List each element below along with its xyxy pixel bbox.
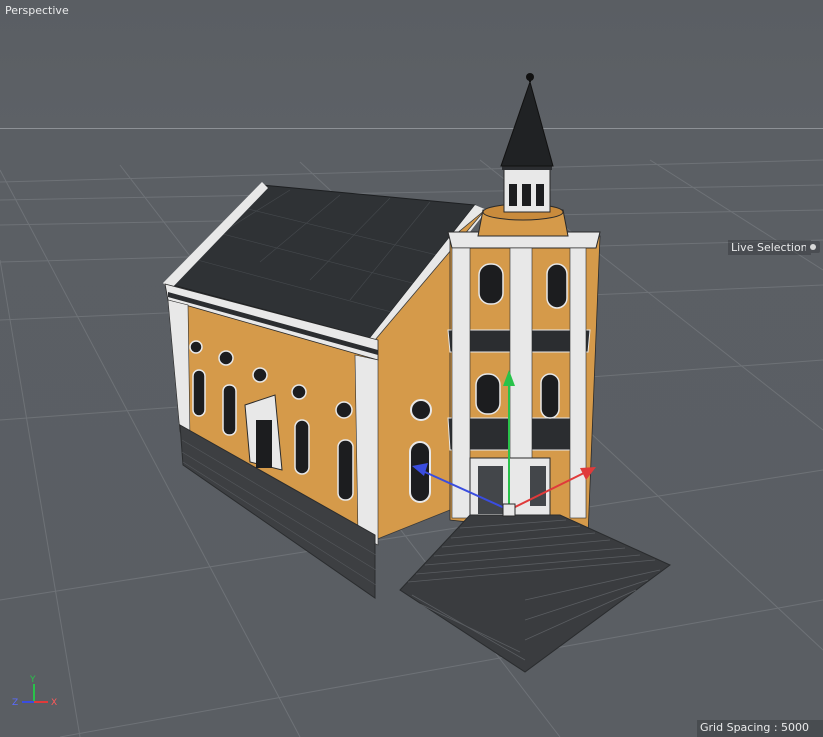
tower-pilaster-right [569, 247, 587, 519]
tower-door-right [530, 466, 546, 506]
pilaster-corner [354, 354, 379, 546]
church-model[interactable] [163, 73, 671, 673]
active-tool-label: Live Selection [728, 240, 811, 255]
axis-label-z: Z [12, 698, 18, 708]
perspective-viewport[interactable]: Y Z X Perspective Live Selection Grid Sp… [0, 0, 823, 737]
pilaster-rear [167, 299, 191, 441]
tower-pilaster-left [451, 247, 471, 519]
spire [500, 80, 554, 167]
gizmo-center[interactable] [502, 503, 516, 517]
viewport-name[interactable]: Perspective [2, 3, 72, 18]
tower-door-left [478, 466, 503, 514]
lantern-windows [509, 184, 544, 206]
spire-finial [526, 73, 534, 81]
front-round-window [410, 399, 432, 421]
live-selection-icon[interactable] [806, 241, 820, 253]
world-axis-icon: Y Z X [12, 675, 57, 708]
scene-canvas[interactable]: Y Z X [0, 0, 823, 737]
grid-spacing-status: Grid Spacing : 5000 cm [697, 720, 823, 737]
axis-label-x: X [51, 698, 57, 708]
axis-label-y: Y [29, 675, 36, 685]
side-door [256, 420, 272, 468]
